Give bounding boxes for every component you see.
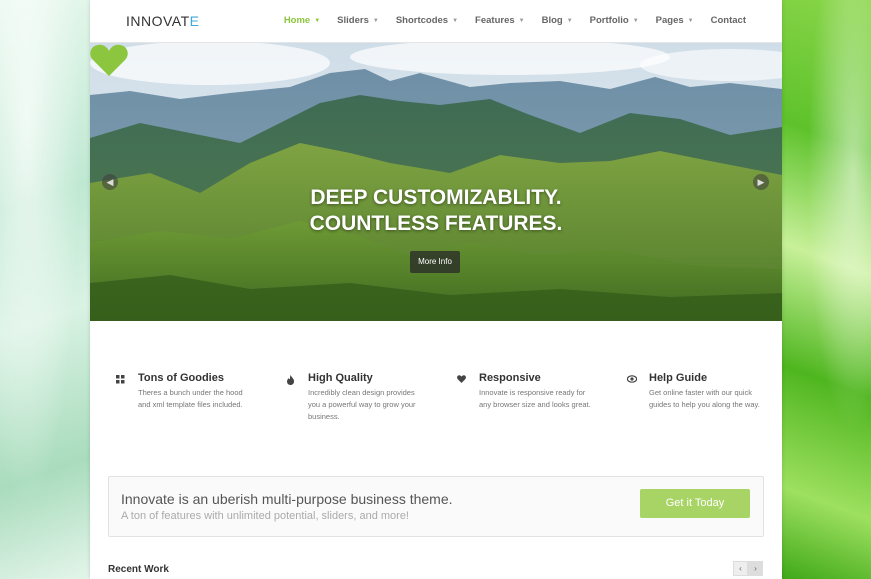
hero-slider: DEEP CUSTOMIZABLITY. COUNTLESS FEATURES.… — [90, 43, 782, 321]
hero-title-line-2: COUNTLESS FEATURES. — [309, 212, 563, 235]
nav-item-home[interactable]: Home ▼ — [284, 15, 320, 26]
eye-icon — [626, 375, 638, 385]
site-header: INNOVATE Home ▼ Sliders ▼ Shortcodes ▼ Feat… — [90, 0, 782, 43]
caret-down-icon: ▼ — [372, 18, 379, 24]
caret-down-icon: ▼ — [518, 18, 525, 24]
nav-item-sliders[interactable]: Sliders ▼ — [337, 15, 379, 26]
feature-description: Innovate is responsive ready for any bro… — [479, 388, 591, 409]
nav-label: Shortcodes — [395, 15, 449, 26]
callout-title: Innovate is an uberish multi-purpose bus… — [121, 491, 453, 507]
caret-down-icon: ▼ — [687, 18, 694, 24]
nav-item-pages[interactable]: Pages ▼ — [656, 15, 694, 26]
nav-label: Home — [283, 15, 311, 26]
caret-down-icon: ▼ — [566, 18, 573, 24]
slider-prev-arrow-icon[interactable]: ◀ — [102, 174, 118, 190]
heart-icon — [90, 44, 128, 76]
feature-title: Responsive — [479, 372, 541, 384]
chevron-left-icon[interactable]: ‹ — [733, 561, 748, 576]
logo-text: INNOVAT — [126, 13, 190, 29]
nav-item-portfolio[interactable]: Portfolio ▼ — [590, 15, 639, 26]
feature-title: High Quality — [308, 372, 373, 384]
nav-label: Contact — [710, 15, 746, 26]
caret-down-icon: ▼ — [632, 18, 639, 24]
nav-label: Portfolio — [589, 15, 629, 26]
grid-icon — [116, 375, 126, 385]
nav-label: Blog — [541, 15, 563, 26]
callout-subtitle: A ton of features with unlimited potenti… — [121, 510, 409, 522]
caret-down-icon: ▼ — [452, 18, 459, 24]
fire-icon — [286, 375, 296, 385]
hero-title-line-1: DEEP CUSTOMIZABLITY. — [310, 186, 562, 209]
more-info-button[interactable]: More Info — [410, 251, 460, 273]
nav-item-blog[interactable]: Blog ▼ — [542, 15, 573, 26]
get-it-today-button[interactable]: Get it Today — [640, 489, 750, 518]
feature-title: Tons of Goodies — [138, 372, 224, 384]
page-container: INNOVATE Home ▼ Sliders ▼ Shortcodes ▼ Feat… — [90, 0, 782, 579]
main-nav: Home ▼ Sliders ▼ Shortcodes ▼ Features ▼ Blo… — [267, 15, 746, 26]
nav-item-shortcodes[interactable]: Shortcodes ▼ — [396, 15, 458, 26]
callout-box: Innovate is an uberish multi-purpose bus… — [108, 476, 764, 537]
site-logo[interactable]: INNOVATE — [126, 13, 200, 29]
background-left — [0, 0, 90, 579]
nav-item-contact[interactable]: Contact — [711, 15, 746, 26]
nav-label: Pages — [655, 15, 684, 26]
logo-accent: E — [189, 13, 200, 29]
hero-landscape-image — [90, 43, 782, 321]
heart-icon — [457, 375, 467, 385]
chevron-right-icon[interactable]: › — [748, 561, 763, 576]
nav-label: Sliders — [337, 15, 369, 26]
recent-work-title: Recent Work — [108, 564, 169, 575]
caret-down-icon: ▼ — [314, 18, 321, 24]
feature-description: Theres a bunch under the hood and xml te… — [138, 388, 243, 409]
feature-title: Help Guide — [649, 372, 708, 384]
background-right — [782, 0, 871, 579]
hero-title: DEEP CUSTOMIZABLITY. COUNTLESS FEATURES. — [90, 185, 782, 237]
feature-description: Get online faster with our quick guides … — [649, 388, 760, 409]
feature-description: Incredibly clean design provides you a p… — [308, 388, 416, 421]
slider-next-arrow-icon[interactable]: ▶ — [753, 174, 769, 190]
nav-item-features[interactable]: Features ▼ — [475, 15, 525, 26]
features-row: Tons of Goodies Theres a bunch under the… — [116, 372, 766, 432]
nav-label: Features — [475, 15, 515, 26]
